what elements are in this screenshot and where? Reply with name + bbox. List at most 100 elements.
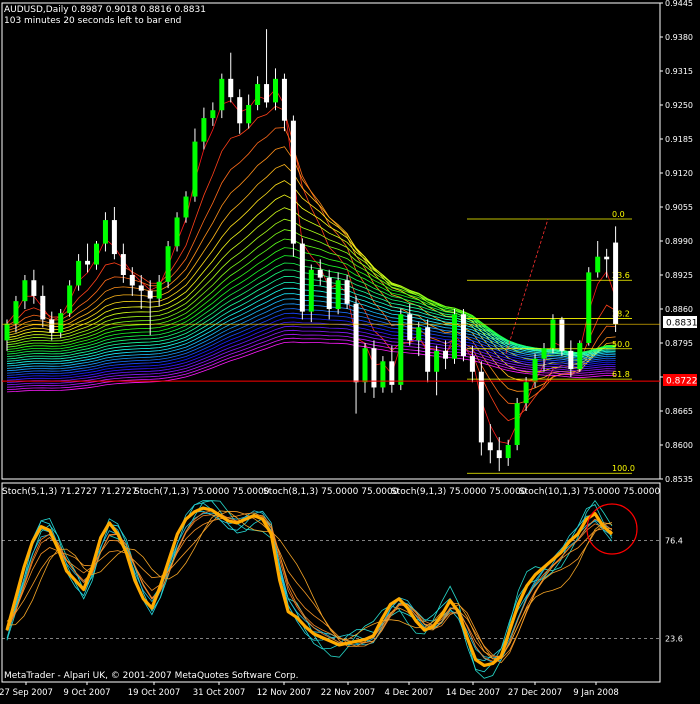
candle-body (317, 269, 323, 278)
candle-body (156, 281, 162, 299)
candle (460, 309, 466, 362)
stoch-label-2: Stoch(7,1,3) 75.0000 75.0000 (134, 487, 270, 497)
candle (165, 241, 171, 289)
candle (586, 267, 592, 346)
chart-title: AUDUSD,Daily 0.8987 0.9018 0.8816 0.8831 (4, 5, 206, 15)
candle (380, 356, 386, 393)
candle-body (94, 243, 99, 265)
fib-label: 100.0 (612, 464, 635, 473)
fib-label: 50.0 (612, 340, 630, 349)
red-level-tag: 0.8722 (663, 374, 698, 387)
candle-body (40, 295, 46, 320)
y-tick-label: 0.9315 (665, 67, 693, 76)
candle-body (120, 254, 126, 275)
candle-body (416, 327, 422, 341)
candle-body (147, 290, 153, 299)
y-tick-label: 0.8795 (665, 339, 693, 348)
candle (290, 115, 296, 257)
candle-body (326, 277, 332, 309)
current-price-label: 0.8831 (666, 319, 698, 329)
candle-body (550, 319, 556, 349)
x-tick-label: 31 Oct 2007 (193, 688, 246, 698)
x-tick-label: 27 Sep 2007 (0, 688, 53, 698)
candle-body (76, 260, 82, 286)
fib-label: 61.8 (612, 370, 630, 379)
candle-body (434, 350, 440, 372)
footer-copyright: MetaTrader - Alpari UK, © 2001-2007 Meta… (4, 671, 298, 681)
candle (67, 280, 73, 317)
candle-body (514, 403, 520, 445)
candle-body (335, 280, 341, 309)
x-tick-label: 4 Dec 2007 (385, 688, 434, 698)
x-tick-label: 22 Nov 2007 (321, 688, 375, 698)
candle-body (523, 382, 529, 404)
candle-body (281, 78, 287, 121)
candle-body (487, 442, 493, 451)
candle (559, 316, 565, 357)
candle-body (228, 78, 234, 98)
current-price-tag: 0.8831 (663, 316, 698, 329)
candle-body (129, 275, 135, 286)
candle (398, 309, 404, 391)
candle-body (478, 371, 484, 443)
chart-window: 0.0 23.6 38.2 50.0 61.8 100.0 0.9445 0.9380 0.9… (0, 0, 700, 700)
y-tick-label: 0.8535 (665, 475, 693, 484)
fib-label: 0.0 (612, 210, 625, 219)
candle-body (344, 280, 350, 304)
x-tick-label: 12 Nov 2007 (257, 688, 311, 698)
candle (478, 361, 484, 456)
candle (452, 309, 457, 364)
candle-body (353, 303, 359, 383)
candle-body (255, 84, 261, 105)
stoch-level-label: 23.6 (665, 634, 683, 643)
y-tick-label: 0.9380 (665, 33, 693, 42)
candle-body (541, 348, 547, 359)
y-tick-label: 0.9185 (665, 135, 693, 144)
candle-body (264, 84, 270, 103)
candle-body (568, 350, 574, 370)
candle (550, 314, 556, 354)
candle (299, 238, 305, 320)
chart-canvas: 0.023.638.250.061.8100.0 0.94450.93800.9… (0, 0, 700, 700)
candle-body (246, 105, 252, 124)
candle-body (407, 314, 413, 341)
stoch-level-label: 76.4 (665, 537, 683, 546)
y-tick-label: 0.8860 (665, 305, 693, 314)
candle-body (102, 220, 108, 244)
candle-body (604, 256, 610, 260)
candle-body (111, 220, 117, 255)
candle-body (532, 358, 538, 383)
candle-body (85, 260, 91, 265)
y-tick-label: 0.8925 (665, 271, 693, 280)
candle-body (308, 269, 314, 312)
candle-body (174, 217, 180, 247)
stoch-label-1: Stoch(5,1,3) 71.2727 71.2727 (2, 487, 137, 497)
y-tick-label: 0.8600 (665, 441, 693, 450)
candle-body (505, 445, 511, 459)
stoch-label-3: Stoch(8,1,3) 75.0000 75.0000 (263, 487, 399, 497)
y-tick-label: 0.9445 (665, 0, 693, 8)
red-level-label: 0.8722 (666, 377, 698, 387)
candle-body (586, 272, 592, 343)
candle-body (219, 78, 225, 111)
candle-body (496, 450, 502, 459)
x-tick-label: 19 Oct 2007 (128, 688, 181, 698)
y-tick-label: 0.9055 (665, 203, 693, 212)
candle-body (67, 285, 73, 314)
candle-body (192, 141, 198, 197)
candle-body (425, 327, 431, 372)
candle-body (210, 110, 216, 119)
candle-body (201, 118, 207, 142)
candle-body (398, 314, 404, 385)
candle-body (299, 243, 305, 312)
candle-body (577, 343, 583, 370)
candle-body (183, 196, 189, 218)
y-tick-label: 0.8990 (665, 237, 693, 246)
candle-body (613, 242, 619, 325)
candle-body (273, 78, 278, 103)
candle-body (165, 246, 171, 282)
candle-body (595, 256, 601, 273)
y-tick-label: 0.9120 (665, 169, 693, 178)
candle-body (380, 361, 386, 388)
candle-body (443, 350, 449, 359)
